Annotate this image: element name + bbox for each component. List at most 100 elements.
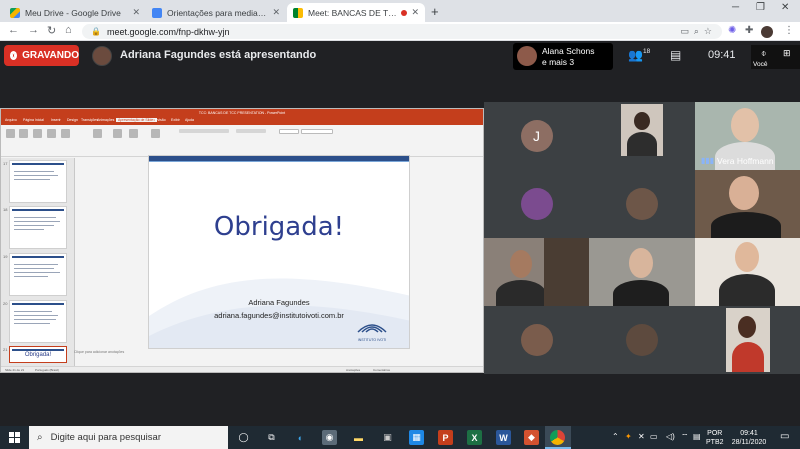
grid-icon[interactable]: ⊞ — [783, 48, 791, 59]
slide-thumbnail-selected[interactable]: 21 Obrigada! — [3, 346, 67, 363]
store-icon[interactable]: ▣ — [380, 430, 395, 445]
menu-tab[interactable]: Transições — [81, 118, 98, 122]
participant-tile[interactable] — [695, 306, 800, 374]
ribbon-button-icon[interactable] — [19, 129, 28, 138]
close-tab-icon[interactable]: ✕ — [411, 7, 419, 18]
participant-tile[interactable] — [484, 306, 589, 374]
participant-tile[interactable] — [484, 170, 589, 238]
ribbon-button-icon[interactable] — [151, 129, 160, 138]
minimize-icon[interactable]: ─ — [732, 2, 739, 13]
participant-tile[interactable] — [484, 238, 589, 306]
powerpoint-icon[interactable]: P — [438, 430, 453, 445]
forward-icon[interactable]: → — [28, 24, 39, 36]
ribbon-option[interactable] — [179, 129, 229, 133]
tab-google-docs[interactable]: Orientações para mediadoras - [ ✕ — [146, 3, 286, 22]
menu-tab[interactable]: Ajuda — [185, 118, 194, 122]
edge-icon[interactable]: ◐ — [293, 430, 308, 445]
comments-toggle[interactable]: Comentários — [373, 368, 390, 372]
windows-start-icon[interactable] — [9, 432, 20, 443]
reload-icon[interactable]: ↻ — [47, 24, 56, 37]
menu-tab-selected[interactable]: Apresentação de Slides — [116, 118, 157, 122]
puzzle-icon[interactable]: ✚ — [745, 25, 753, 36]
menu-tab[interactable]: Arquivo — [5, 118, 17, 122]
audio-indicator-icon: ▮▮▮ — [701, 156, 715, 165]
tray-app-icon[interactable]: ✦ — [625, 432, 632, 441]
cortana-icon[interactable]: ◯ — [236, 430, 251, 445]
system-clock[interactable]: 09:41 28/11/2020 — [730, 429, 768, 447]
menu-tab[interactable]: Revisão — [153, 118, 166, 122]
input-language[interactable]: POR PTB2 — [706, 429, 724, 447]
participant-tile[interactable] — [695, 170, 800, 238]
participant-tile[interactable] — [589, 102, 695, 170]
notes-placeholder[interactable]: Clique para adicionar anotações — [74, 350, 124, 354]
windows-taskbar: ⌕ Digite aqui para pesquisar ◯ ⧉ ◐ ◉ ▬ ▣… — [0, 426, 800, 449]
notes-toggle[interactable]: Anotações — [346, 368, 360, 372]
bookmark-star-icon[interactable]: ☆ — [704, 26, 712, 36]
menu-tab[interactable]: Exibir — [171, 118, 180, 122]
menu-tab[interactable]: Animações — [97, 118, 114, 122]
profile-avatar[interactable] — [761, 26, 773, 38]
tray-chevron-icon[interactable]: ⌃ — [612, 432, 619, 441]
speaker-icon[interactable]: ◁) — [666, 432, 675, 441]
chrome-icon[interactable] — [550, 430, 565, 445]
ribbon-button-icon[interactable] — [33, 129, 42, 138]
participant-tile[interactable] — [589, 238, 695, 306]
ribbon-button-icon[interactable] — [47, 129, 56, 138]
tab-google-meet[interactable]: Meet: BANCAS DE TCC SALA ✕ — [287, 3, 425, 22]
extension-icon[interactable]: ✺ — [728, 25, 736, 36]
participant-tile-vera-hoffmann[interactable]: ▮▮▮ Vera Hoffmann — [695, 102, 800, 170]
camera-app-icon[interactable]: ◉ — [322, 430, 337, 445]
menu-tab[interactable]: Design — [67, 118, 78, 122]
slide-thumbnail[interactable]: 18 — [3, 206, 67, 249]
battery-icon[interactable]: ▭ — [650, 432, 658, 441]
taskbar-search-box[interactable]: ⌕ Digite aqui para pesquisar — [29, 426, 228, 449]
slide-thumbnail[interactable]: 19 — [3, 253, 67, 296]
new-tab-button[interactable]: + — [431, 4, 439, 19]
camera-icon[interactable]: ▭ — [680, 26, 689, 36]
ribbon-dropdown[interactable] — [279, 129, 299, 134]
ribbon-button-icon[interactable] — [129, 129, 138, 138]
close-tab-icon[interactable]: ✕ — [132, 7, 140, 18]
menu-tab[interactable]: Página Inicial — [23, 118, 44, 122]
mic-off-icon[interactable]: ⌽ — [761, 48, 766, 59]
ribbon-button-icon[interactable] — [93, 129, 102, 138]
address-bar[interactable]: 🔒 meet.google.com/fnp-dkhw-yjn ▭ ⌕ ☆ — [82, 24, 722, 39]
participants-button[interactable]: 👥18 — [628, 48, 650, 62]
slide-thumbnail[interactable]: 17 — [3, 160, 67, 203]
participant-tile[interactable]: J — [484, 102, 589, 170]
active-speakers-chip[interactable]: Alana Schons e mais 3 — [513, 43, 613, 70]
word-icon[interactable]: W — [496, 430, 511, 445]
close-tab-icon[interactable]: ✕ — [272, 7, 280, 18]
participant-tile[interactable] — [589, 170, 695, 238]
notification-icon[interactable]: ▭ — [780, 431, 789, 442]
app-icon[interactable]: ◆ — [524, 430, 539, 445]
slide-thumbnail[interactable]: 20 — [3, 300, 67, 343]
back-icon[interactable]: ← — [8, 24, 19, 36]
home-icon[interactable]: ⌂ — [65, 24, 72, 36]
tab-google-drive[interactable]: Meu Drive - Google Drive ✕ — [4, 3, 146, 22]
menu-tab[interactable]: Inserir — [51, 118, 61, 122]
task-view-icon[interactable]: ⧉ — [264, 430, 279, 445]
self-view-tile[interactable]: ⌽ ⊞ Você — [751, 45, 800, 69]
file-explorer-icon[interactable]: ▬ — [351, 430, 366, 445]
tray-app-icon[interactable]: ✕ — [638, 432, 645, 441]
participant-tile[interactable] — [589, 306, 695, 374]
ribbon-button-icon[interactable] — [61, 129, 70, 138]
menu-dots-icon[interactable]: ⋮ — [784, 25, 794, 36]
recording-badge[interactable]: GRAVANDO — [4, 45, 79, 66]
excel-icon[interactable]: X — [467, 430, 482, 445]
participant-name: Vera Hoffmann — [717, 156, 774, 166]
ribbon-button-icon[interactable] — [113, 129, 122, 138]
close-window-icon[interactable]: ✕ — [781, 2, 789, 13]
ribbon-button-icon[interactable] — [6, 129, 15, 138]
maximize-icon[interactable]: ❐ — [756, 2, 765, 13]
search-icon[interactable]: ⌕ — [694, 26, 699, 36]
keyboard-icon[interactable]: ▤ — [693, 432, 701, 441]
chat-icon[interactable]: ▤ — [670, 48, 681, 62]
network-icon[interactable]: ⌔ — [681, 432, 689, 442]
ribbon-option[interactable] — [236, 129, 266, 133]
ribbon-dropdown[interactable] — [301, 129, 333, 134]
people-icon: 👥 — [628, 48, 643, 62]
participant-tile[interactable] — [695, 238, 800, 306]
calculator-icon[interactable]: ▦ — [409, 430, 424, 445]
